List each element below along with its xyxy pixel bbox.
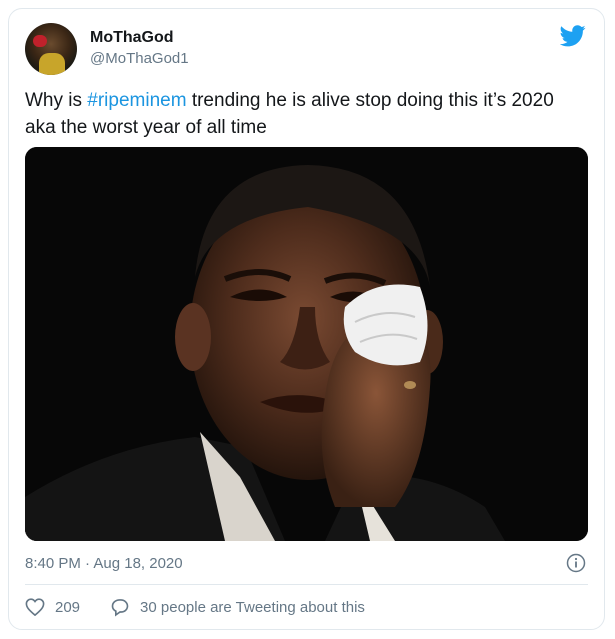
reply-action[interactable]: 30 people are Tweeting about this	[110, 597, 365, 617]
tweet-actions: 209 30 people are Tweeting about this	[25, 597, 395, 617]
info-icon[interactable]	[566, 553, 586, 573]
like-action[interactable]: 209	[25, 598, 80, 616]
divider	[25, 584, 588, 585]
photo-illustration	[25, 147, 588, 541]
reply-text: 30 people are Tweeting about this	[140, 598, 365, 616]
tweet-text-before: Why is	[25, 90, 88, 111]
tweet-card: MoThaGod @MoThaGod1 Why is #ripeminem tr…	[8, 8, 605, 630]
hashtag-link[interactable]: #ripeminem	[87, 90, 186, 111]
avatar-cap	[33, 35, 47, 47]
heart-icon	[25, 598, 45, 616]
display-name[interactable]: MoThaGod	[90, 29, 174, 47]
avatar-shirt	[39, 53, 65, 75]
avatar[interactable]	[25, 23, 77, 75]
comment-bubble-icon	[111, 599, 129, 617]
tweet-media-photo[interactable]	[25, 147, 588, 541]
like-count: 209	[55, 598, 81, 616]
tweet-text: Why is #ripeminem trending he is alive s…	[25, 87, 585, 141]
user-handle[interactable]: @MoThaGod1	[90, 50, 189, 67]
twitter-bird-icon[interactable]	[560, 25, 586, 47]
tweet-timestamp[interactable]: 8:40 PM · Aug 18, 2020	[25, 555, 183, 572]
